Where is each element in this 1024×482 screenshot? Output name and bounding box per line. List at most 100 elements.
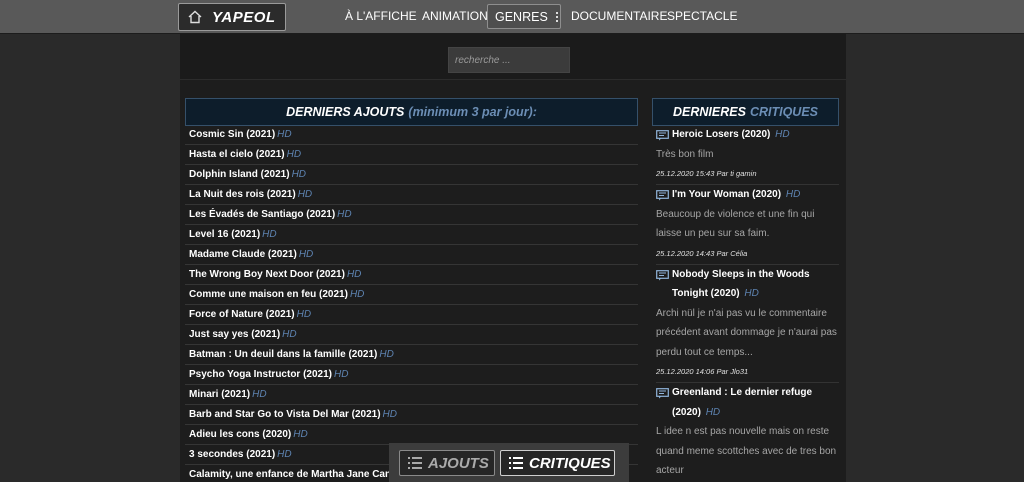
latest-list-item[interactable]: The Wrong Boy Next Door (2021) HD bbox=[185, 265, 638, 285]
movie-title-link[interactable]: The Wrong Boy Next Door (2021) bbox=[189, 269, 345, 280]
reviews-title-b: CRITIQUES bbox=[749, 105, 818, 119]
movie-title-link[interactable]: Comme une maison en feu (2021) bbox=[189, 289, 348, 300]
critiques-button[interactable]: CRITIQUES bbox=[500, 450, 615, 476]
latest-list-item[interactable]: Les Évadés de Santiago (2021) HD bbox=[185, 205, 638, 225]
hd-badge: HD bbox=[297, 189, 313, 200]
movie-title-link[interactable]: La Nuit des rois (2021) bbox=[189, 189, 296, 200]
movie-title-link[interactable]: Dolphin Island (2021) bbox=[189, 169, 290, 180]
review-title-link[interactable]: Nobody Sleeps in the Woods Tonight (2020… bbox=[656, 265, 839, 304]
review-meta: 25.12.2020 15:43 Par ti gamin bbox=[656, 164, 839, 185]
latest-list-item[interactable]: Cosmic Sin (2021) HD bbox=[185, 125, 638, 145]
review-title-link[interactable]: Greenland : Le dernier refuge (2020) HD bbox=[656, 383, 839, 422]
latest-list-item[interactable]: Just say yes (2021) HD bbox=[185, 325, 638, 345]
latest-additions-list: Cosmic Sin (2021) HD Hasta el cielo (2021)… bbox=[185, 125, 638, 482]
review-item: Greenland : Le dernier refuge (2020) HD L… bbox=[656, 383, 839, 481]
movie-title-link[interactable]: Minari (2021) bbox=[189, 389, 250, 400]
hd-badge: HD bbox=[379, 349, 394, 360]
home-icon bbox=[188, 10, 202, 24]
review-movie-title[interactable]: Greenland : Le dernier refuge (2020) bbox=[672, 387, 812, 418]
hd-badge: HD bbox=[705, 406, 721, 418]
review-meta: 25.12.2020 14:06 Par Jlo31 bbox=[656, 362, 839, 383]
review-movie-title[interactable]: Nobody Sleeps in the Woods Tonight (2020… bbox=[672, 269, 810, 300]
latest-additions-header: DERNIERS AJOUTS (minimum 3 par jour): bbox=[185, 98, 638, 126]
comment-icon bbox=[656, 388, 669, 399]
latest-subtitle: (minimum 3 par jour): bbox=[408, 105, 537, 119]
hd-badge: HD bbox=[334, 369, 349, 380]
movie-title-link[interactable]: Madame Claude (2021) bbox=[189, 249, 297, 260]
hd-badge: HD bbox=[262, 229, 277, 240]
movie-title-link[interactable]: Just say yes (2021) bbox=[189, 329, 280, 340]
comment-icon bbox=[656, 190, 669, 201]
latest-list-item[interactable]: Hasta el cielo (2021) HD bbox=[185, 145, 638, 165]
hd-badge: HD bbox=[277, 449, 292, 460]
review-movie-title[interactable]: Heroic Losers (2020) bbox=[672, 129, 770, 140]
list-icon bbox=[408, 457, 422, 469]
latest-title: DERNIERS AJOUTS bbox=[286, 105, 405, 119]
review-title-link[interactable]: Heroic Losers (2020) HD bbox=[656, 125, 839, 145]
latest-list-item[interactable]: Madame Claude (2021) HD bbox=[185, 245, 638, 265]
search-input[interactable] bbox=[448, 47, 570, 73]
hd-badge: HD bbox=[337, 209, 352, 220]
hd-badge: HD bbox=[346, 269, 362, 280]
review-meta: 25.12.2020 14:43 Par Célia bbox=[656, 244, 839, 265]
movie-title-link[interactable]: Les Évadés de Santiago (2021) bbox=[189, 209, 335, 220]
hd-badge: HD bbox=[296, 309, 312, 320]
latest-list-item[interactable]: Barb and Star Go to Vista Del Mar (2021)… bbox=[185, 405, 638, 425]
review-body: Très bon film bbox=[656, 148, 714, 160]
critiques-button-label: CRITIQUES bbox=[529, 454, 611, 472]
comment-icon bbox=[656, 130, 669, 141]
movie-title-link[interactable]: 3 secondes (2021) bbox=[189, 449, 275, 460]
latest-list-item[interactable]: Level 16 (2021) HD bbox=[185, 225, 638, 245]
movie-title-link[interactable]: Batman : Un deuil dans la famille (2021) bbox=[189, 349, 377, 360]
movie-title-link[interactable]: Cosmic Sin (2021) bbox=[189, 129, 275, 140]
genres-label: GENRES bbox=[495, 9, 548, 24]
hd-badge: HD bbox=[293, 429, 308, 440]
hd-badge: HD bbox=[298, 249, 314, 260]
latest-list-item[interactable]: Comme une maison en feu (2021) HD bbox=[185, 285, 638, 305]
movie-title-link[interactable]: Hasta el cielo (2021) bbox=[189, 149, 285, 160]
latest-list-item[interactable]: Force of Nature (2021) HD bbox=[185, 305, 638, 325]
nav-spectacle[interactable]: SPECTACLE bbox=[667, 0, 737, 34]
nav-documentaire[interactable]: DOCUMENTAIRE bbox=[571, 0, 667, 34]
latest-list-item[interactable]: Minari (2021) HD bbox=[185, 385, 638, 405]
review-item: Nobody Sleeps in the Woods Tonight (2020… bbox=[656, 265, 839, 383]
ajouts-button-label: AJOUTS bbox=[428, 454, 489, 472]
nav-animation[interactable]: ANIMATION bbox=[422, 0, 488, 34]
hd-badge: HD bbox=[744, 288, 759, 299]
movie-title-link[interactable]: Adieu les cons (2020) bbox=[189, 429, 291, 440]
hd-badge: HD bbox=[291, 169, 307, 180]
latest-list-item[interactable]: Adieu les cons (2020) HD bbox=[185, 425, 638, 445]
review-body: L idee n est pas nouvelle mais on reste … bbox=[656, 426, 837, 476]
list-icon bbox=[509, 457, 523, 469]
movie-title-link[interactable]: Level 16 (2021) bbox=[189, 229, 260, 240]
latest-reviews-header: DERNIERES CRITIQUES bbox=[652, 98, 839, 126]
hd-badge: HD bbox=[277, 129, 292, 140]
hd-badge: HD bbox=[382, 409, 397, 420]
review-item: Heroic Losers (2020) HD Très bon film 25.1… bbox=[656, 125, 839, 185]
movie-title-link[interactable]: Barb and Star Go to Vista Del Mar (2021) bbox=[189, 409, 381, 420]
latest-list-item[interactable]: Dolphin Island (2021) HD bbox=[185, 165, 638, 185]
review-body: Beaucoup de violence et une fin qui lais… bbox=[656, 208, 815, 240]
latest-reviews-list: Heroic Losers (2020) HD Très bon film 25.1… bbox=[656, 125, 839, 481]
latest-list-item[interactable]: Psycho Yoga Instructor (2021) HD bbox=[185, 365, 638, 385]
review-item: I'm Your Woman (2020) HD Beaucoup de viol… bbox=[656, 185, 839, 265]
movie-title-link[interactable]: Calamity, une enfance de Martha Jane Can… bbox=[189, 469, 403, 480]
movie-title-link[interactable]: Psycho Yoga Instructor (2021) bbox=[189, 369, 332, 380]
hd-badge: HD bbox=[775, 129, 790, 140]
more-vertical-icon bbox=[555, 11, 558, 22]
nav-genres-dropdown[interactable]: GENRES bbox=[487, 4, 561, 29]
review-movie-title[interactable]: I'm Your Woman (2020) bbox=[672, 189, 781, 200]
ajouts-button[interactable]: AJOUTS bbox=[399, 450, 495, 476]
logo-text: YAPEOL bbox=[212, 8, 276, 26]
hd-badge: HD bbox=[252, 389, 267, 400]
movie-title-link[interactable]: Force of Nature (2021) bbox=[189, 309, 295, 320]
hd-badge: HD bbox=[785, 189, 801, 200]
hd-badge: HD bbox=[286, 149, 302, 160]
review-title-link[interactable]: I'm Your Woman (2020) HD bbox=[656, 185, 839, 205]
comment-icon bbox=[656, 269, 669, 280]
latest-list-item[interactable]: La Nuit des rois (2021) HD bbox=[185, 185, 638, 205]
latest-list-item[interactable]: Batman : Un deuil dans la famille (2021)… bbox=[185, 345, 638, 365]
hd-badge: HD bbox=[349, 289, 365, 300]
nav-a-laffiche[interactable]: À L'AFFICHE bbox=[345, 0, 417, 34]
site-logo-link[interactable]: YAPEOL bbox=[178, 3, 286, 31]
